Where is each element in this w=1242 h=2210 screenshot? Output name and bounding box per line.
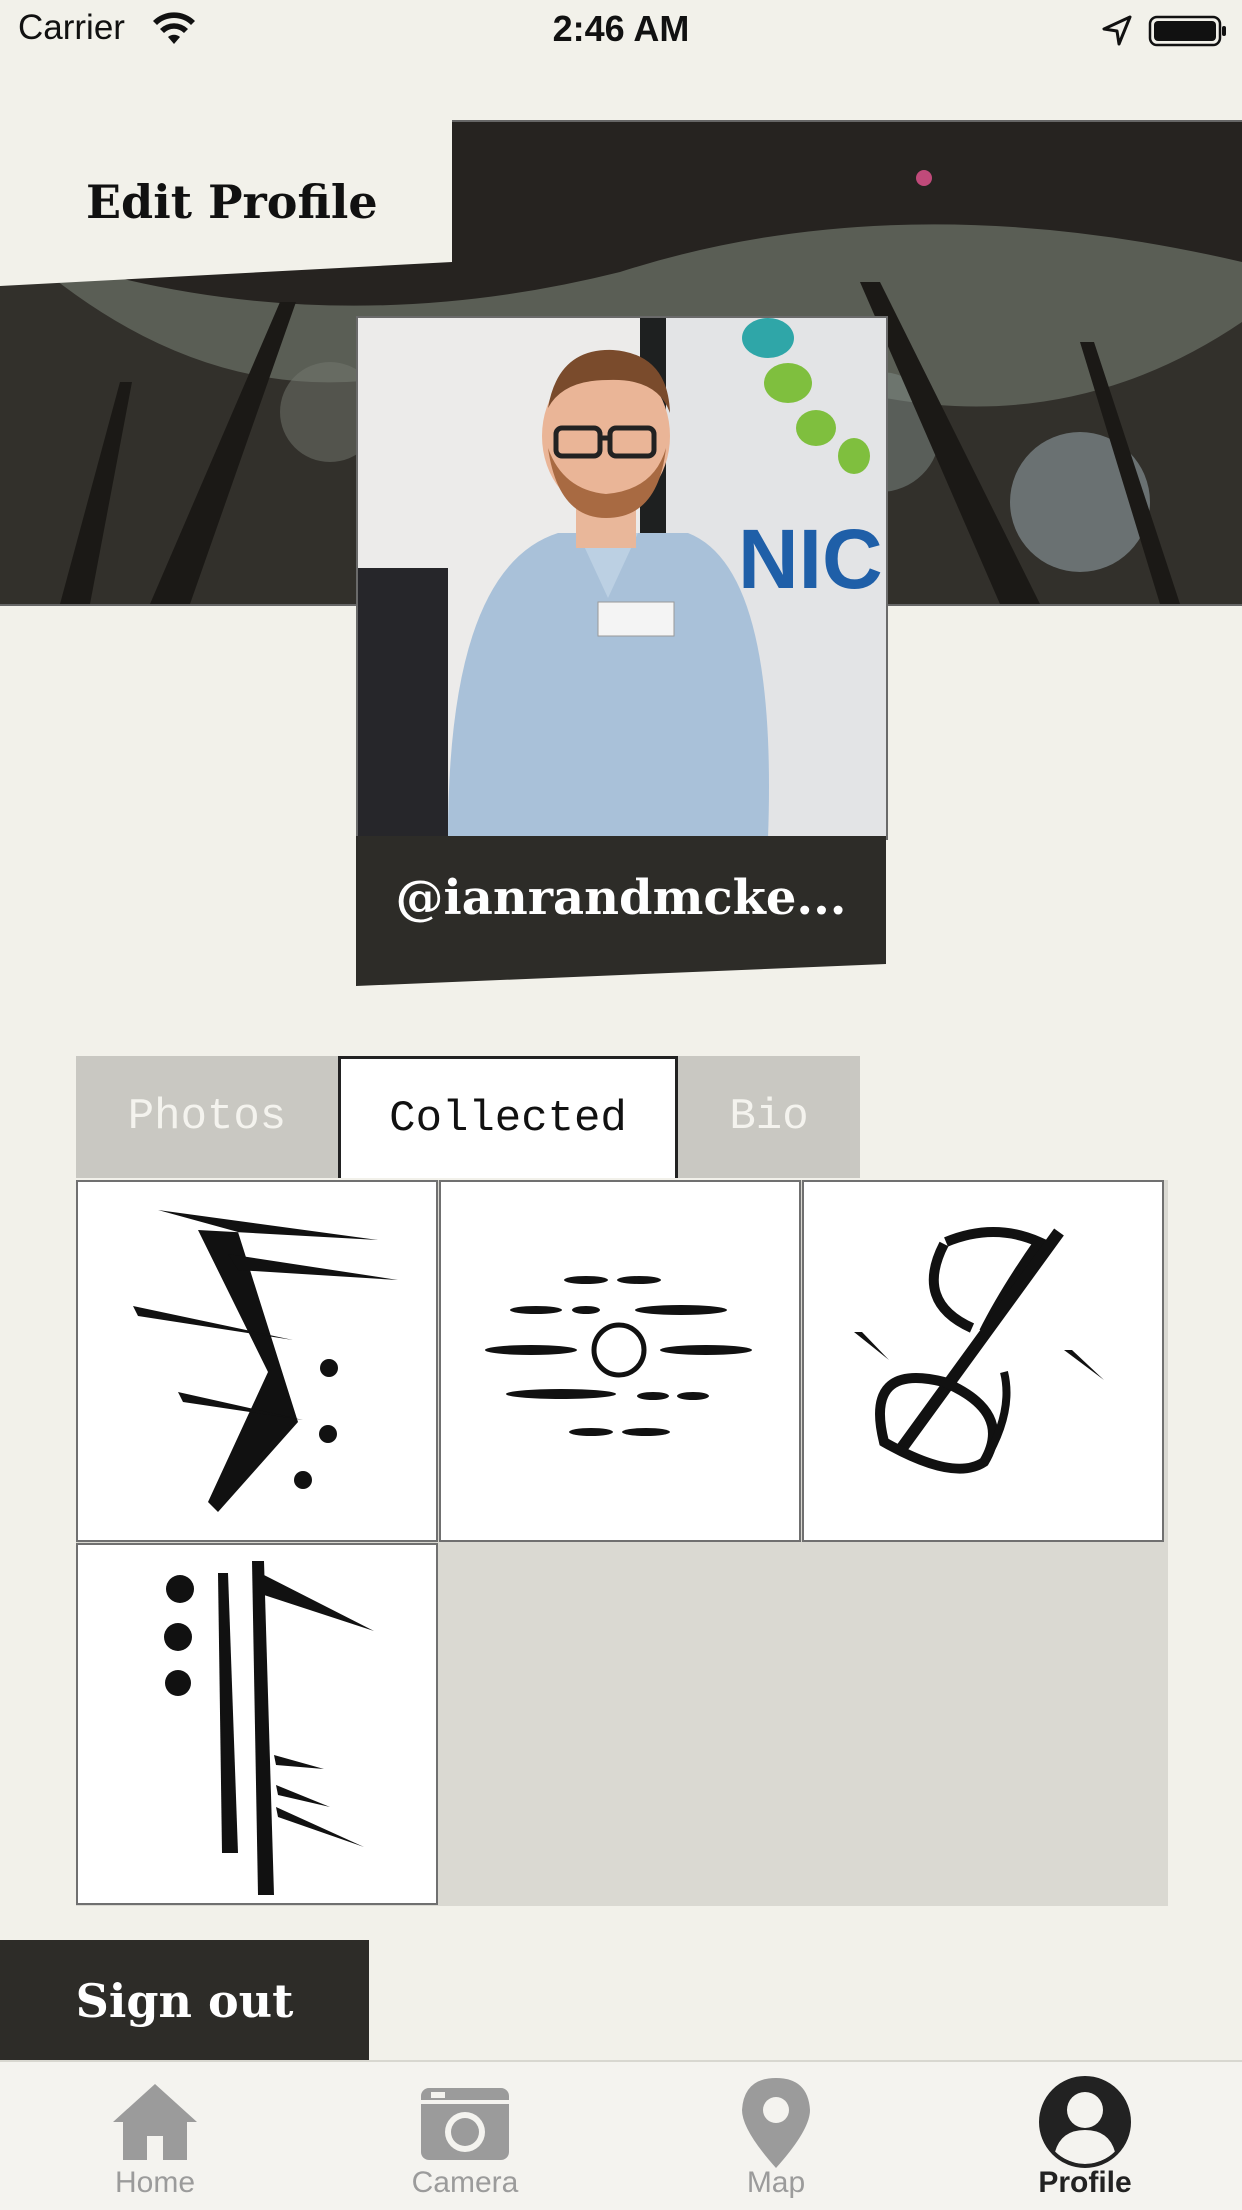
location-arrow-icon (1102, 15, 1132, 46)
tabbar-home-label: Home (114, 2166, 196, 2199)
map-pin-icon (742, 2078, 810, 2168)
sign-out-button[interactable]: Sign out (0, 1940, 369, 2062)
tabbar-camera[interactable]: Camera (365, 2064, 565, 2208)
tabbar-map[interactable]: Map (676, 2064, 876, 2208)
username-handle: @ianrandmcke... (395, 870, 847, 926)
tab-collected[interactable]: Collected (338, 1056, 678, 1178)
profile-photo[interactable]: NIC (356, 316, 888, 840)
person-photo: NIC (358, 318, 886, 838)
glyph-image (485, 1276, 752, 1436)
battery-icon (1148, 15, 1226, 47)
clock: 2:46 AM (552, 8, 690, 49)
tabbar-map-label: Map (746, 2166, 806, 2199)
tabbar-profile-label: Profile (1038, 2166, 1132, 2199)
collected-item[interactable] (76, 1180, 438, 1542)
camera-icon (421, 2088, 509, 2160)
tab-bio[interactable]: Bio (678, 1056, 860, 1178)
home-icon (113, 2084, 197, 2160)
page-title[interactable]: Edit Profile (86, 175, 378, 229)
status-bar: Carrier 2:46 AM (0, 0, 1242, 62)
svg-text:NIC: NIC (738, 512, 883, 606)
glyph-image (164, 1561, 374, 1895)
tab-photos[interactable]: Photos (76, 1056, 338, 1178)
profile-icon (1039, 2076, 1131, 2168)
tabbar-home[interactable]: Home (55, 2064, 255, 2208)
tabbar-camera-label: Camera (411, 2166, 519, 2199)
collected-item[interactable] (439, 1180, 801, 1542)
collected-item[interactable] (802, 1180, 1164, 1542)
tabbar-profile[interactable]: Profile (985, 2064, 1185, 2208)
glyph-image (133, 1210, 398, 1512)
glyph-image (854, 1227, 1104, 1474)
collected-item[interactable] (76, 1543, 438, 1905)
collected-grid (76, 1180, 1168, 1906)
